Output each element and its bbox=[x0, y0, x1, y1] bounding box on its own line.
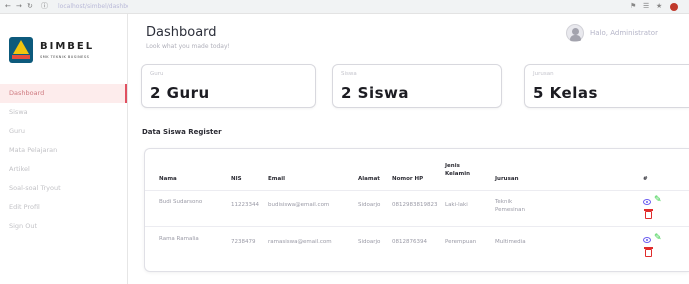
user-greeting: Halo, Administrator bbox=[590, 29, 658, 37]
page-title: Dashboard bbox=[146, 25, 217, 40]
cell-nomor-hp: 0812983819823 bbox=[392, 202, 438, 208]
sidebar-item-dashboard[interactable]: Dashboard bbox=[0, 84, 127, 103]
stat-label: Jurusan bbox=[533, 71, 554, 77]
browser-toolbar: ← → ↻ ⓘ localhost/simbel/dashboard ⚑ ☰ ★ bbox=[0, 0, 689, 14]
site-info-icon[interactable]: ⓘ bbox=[41, 2, 48, 11]
cell-jurusan: Multimedia bbox=[495, 239, 526, 245]
column-header-jurusan: Jurusan bbox=[495, 176, 519, 182]
stat-label: Guru bbox=[150, 71, 164, 77]
column-header-nama: Nama bbox=[159, 176, 177, 182]
sidebar-item-edit-profil[interactable]: Edit Profil bbox=[0, 198, 127, 217]
cell-jurusan: Teknik Pemesinan bbox=[495, 199, 525, 213]
sidebar-item-artikel[interactable]: Artikel bbox=[0, 160, 127, 179]
stat-card-guru[interactable]: Guru 2 Guru bbox=[141, 64, 316, 108]
logo-tagline: SMK TEKNIK BUSINESS bbox=[40, 55, 90, 59]
cell-jenis-kelamin: Laki-laki bbox=[445, 202, 468, 208]
column-header-nis: NIS bbox=[231, 176, 242, 182]
sidebar-item-mata-pelajaran[interactable]: Mata Pelajaran bbox=[0, 141, 127, 160]
edit-icon[interactable]: ✎ bbox=[654, 234, 663, 243]
stat-value: 5 Kelas bbox=[533, 84, 598, 102]
cell-nis: 11223344 bbox=[231, 202, 259, 208]
avatar-icon[interactable] bbox=[566, 24, 584, 42]
column-header-alamat: Alamat bbox=[358, 176, 380, 182]
forward-icon[interactable]: → bbox=[16, 2, 22, 11]
cell-email: ramasiswa@email.com bbox=[268, 239, 332, 245]
column-header-jenis-kelamin: Jenis Kelamin bbox=[445, 163, 471, 177]
sidebar-item-sign-out[interactable]: Sign Out bbox=[0, 217, 127, 236]
delete-icon[interactable] bbox=[644, 247, 653, 257]
section-title: Data Siswa Register bbox=[142, 128, 222, 136]
cell-nomor-hp: 0812876394 bbox=[392, 239, 427, 245]
delete-icon[interactable] bbox=[644, 209, 653, 219]
students-table: Nama NIS Email Alamat Nomor HP Jenis Kel… bbox=[144, 148, 689, 272]
cell-nama: Budi Sudarsono bbox=[159, 199, 203, 205]
star-icon[interactable]: ★ bbox=[656, 2, 662, 11]
stat-value: 2 Guru bbox=[150, 84, 210, 102]
cell-jenis-kelamin: Perempuan bbox=[445, 239, 477, 245]
app-logo[interactable]: BIMBEL SMK TEKNIK BUSINESS bbox=[6, 31, 124, 85]
logo-name: BIMBEL bbox=[40, 41, 95, 52]
stat-label: Siswa bbox=[341, 71, 357, 77]
sidebar-item-soal-tryout[interactable]: Soal-soal Tryout bbox=[0, 179, 127, 198]
cell-alamat: Sidoarjo bbox=[358, 202, 381, 208]
back-icon[interactable]: ← bbox=[5, 2, 11, 11]
column-header-actions: # bbox=[643, 176, 648, 182]
cell-nama: Rama Ramalia bbox=[159, 236, 199, 242]
sidebar-menu: Dashboard Siswa Guru Mata Pelajaran Arti… bbox=[0, 84, 127, 236]
browser-profile-icon[interactable] bbox=[670, 3, 678, 11]
sidebar-item-siswa[interactable]: Siswa bbox=[0, 103, 127, 122]
sidebar-item-guru[interactable]: Guru bbox=[0, 122, 127, 141]
stat-card-siswa[interactable]: Siswa 2 Siswa bbox=[332, 64, 502, 108]
sidebar: BIMBEL SMK TEKNIK BUSINESS Dashboard Sis… bbox=[0, 14, 128, 284]
view-icon[interactable] bbox=[643, 199, 651, 205]
column-header-email: Email bbox=[268, 176, 285, 182]
extension-icon[interactable]: ☰ bbox=[643, 2, 649, 11]
view-icon[interactable] bbox=[643, 237, 651, 243]
edit-icon[interactable]: ✎ bbox=[654, 196, 663, 205]
cell-email: budisiswa@email.com bbox=[268, 202, 330, 208]
cell-nis: 7238479 bbox=[231, 239, 256, 245]
divider bbox=[145, 226, 689, 227]
reload-icon[interactable]: ↻ bbox=[27, 2, 33, 11]
stat-value: 2 Siswa bbox=[341, 84, 410, 102]
divider bbox=[145, 190, 689, 191]
page-subtitle: Look what you made today! bbox=[146, 43, 230, 50]
logo-emblem-icon bbox=[9, 37, 33, 63]
address-bar[interactable]: localhost/simbel/dashboard bbox=[58, 2, 128, 11]
extension-icon[interactable]: ⚑ bbox=[630, 2, 636, 11]
column-header-nomor-hp: Nomor HP bbox=[392, 176, 424, 182]
stat-card-jurusan[interactable]: Jurusan 5 Kelas bbox=[524, 64, 689, 108]
cell-alamat: Sidoarjo bbox=[358, 239, 381, 245]
